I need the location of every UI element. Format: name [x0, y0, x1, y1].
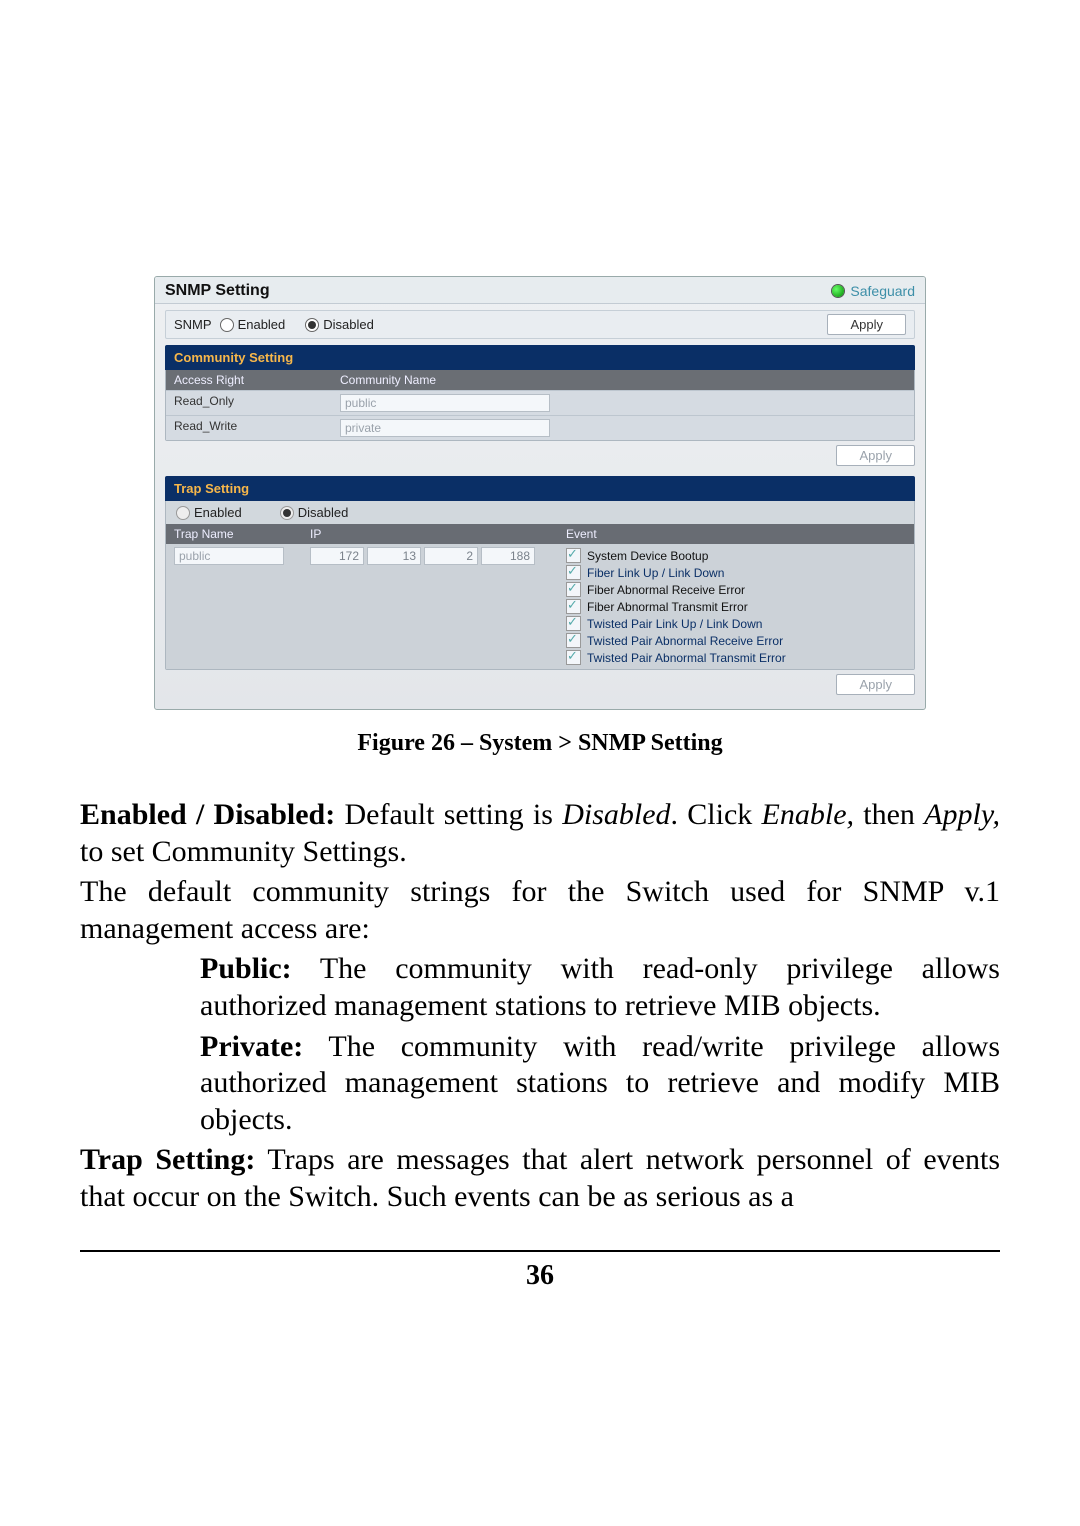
snmp-enable-row: SNMP Enabled Disabled Apply	[165, 310, 915, 339]
body-text: Enabled / Disabled: Default setting is D…	[80, 797, 1000, 1216]
ip-octet-input[interactable]	[367, 547, 421, 565]
event-label: Fiber Abnormal Transmit Error	[587, 600, 748, 614]
paragraph-private: Private: The community with read/write p…	[80, 1029, 1000, 1139]
community-apply-button[interactable]: Apply	[836, 445, 915, 466]
snmp-settings-screenshot: SNMP Setting Safeguard SNMP Enabled Disa…	[154, 276, 926, 710]
italic-run: Disabled	[562, 798, 670, 831]
snmp-apply-button[interactable]: Apply	[827, 314, 906, 335]
italic-run: Apply,	[924, 798, 1000, 831]
trap-events: System Device Bootup Fiber Link Up / Lin…	[558, 544, 914, 669]
paragraph-public: Public: The community with read-only pri…	[80, 951, 1000, 1024]
checkbox-icon	[566, 616, 581, 631]
community-row: Read_Write	[166, 415, 914, 440]
event-label: Fiber Abnormal Receive Error	[587, 583, 745, 597]
checkbox-icon	[566, 599, 581, 614]
label-private: Private:	[200, 1030, 303, 1063]
snmp-disabled-option[interactable]: Disabled	[305, 317, 374, 332]
checkbox-icon	[566, 582, 581, 597]
community-apply-row: Apply	[155, 441, 925, 472]
event-label: Twisted Pair Link Up / Link Down	[587, 617, 762, 631]
snmp-label: SNMP	[174, 317, 212, 332]
event-label: Twisted Pair Abnormal Receive Error	[587, 634, 783, 648]
text-run: . Click	[671, 798, 762, 831]
text-run: to set Community Settings.	[80, 835, 407, 868]
community-section-header: Community Setting	[165, 345, 915, 370]
event-label: System Device Bootup	[587, 549, 708, 563]
safeguard-label: Safeguard	[850, 283, 915, 299]
window-titlebar: SNMP Setting Safeguard	[155, 277, 925, 304]
col-trap-name: Trap Name	[166, 524, 302, 544]
community-right-label: Read_Write	[166, 416, 332, 440]
text-run: Default setting is	[335, 798, 562, 831]
checkbox-icon	[566, 565, 581, 580]
text-run: The community with read/write privilege …	[200, 1030, 1000, 1136]
col-access-right: Access Right	[166, 370, 332, 390]
trap-event-item[interactable]: Twisted Pair Link Up / Link Down	[566, 615, 906, 632]
trap-event-item[interactable]: System Device Bootup	[566, 547, 906, 564]
trap-event-item[interactable]: Fiber Abnormal Receive Error	[566, 581, 906, 598]
text-run: The community with read-only privilege a…	[200, 952, 1000, 1022]
radio-selected-icon	[280, 506, 294, 520]
label-trap-setting: Trap Setting:	[80, 1143, 255, 1176]
trap-panel: Enabled Disabled Trap Name IP Event	[165, 501, 915, 670]
checkbox-icon	[566, 650, 581, 665]
ip-octet-input[interactable]	[310, 547, 364, 565]
col-trap-ip: IP	[302, 524, 558, 544]
snmp-enabled-option[interactable]: Enabled	[220, 317, 286, 332]
label-enabled-disabled: Enabled / Disabled:	[80, 798, 335, 831]
trap-enabled-option[interactable]: Enabled	[176, 505, 242, 520]
trap-disabled-label: Disabled	[298, 505, 349, 520]
paragraph: Enabled / Disabled: Default setting is D…	[80, 797, 1000, 870]
trap-enabled-label: Enabled	[194, 505, 242, 520]
col-community-name: Community Name	[332, 370, 914, 390]
snmp-enabled-label: Enabled	[238, 317, 286, 332]
trap-event-item[interactable]: Fiber Link Up / Link Down	[566, 564, 906, 581]
community-name-input[interactable]	[340, 394, 550, 412]
trap-name-input[interactable]	[174, 547, 284, 565]
radio-icon	[176, 506, 190, 520]
trap-apply-button[interactable]: Apply	[836, 674, 915, 695]
ip-octet-input[interactable]	[424, 547, 478, 565]
community-name-input[interactable]	[340, 419, 550, 437]
trap-ip-group	[310, 547, 550, 565]
trap-event-item[interactable]: Twisted Pair Abnormal Transmit Error	[566, 649, 906, 666]
checkbox-icon	[566, 633, 581, 648]
trap-section-header: Trap Setting	[165, 476, 915, 501]
page-number: 36	[80, 1260, 1000, 1292]
paragraph: The default community strings for the Sw…	[80, 874, 1000, 947]
paragraph-trap: Trap Setting: Traps are messages that al…	[80, 1142, 1000, 1215]
checkbox-icon	[566, 548, 581, 563]
document-page: SNMP Setting Safeguard SNMP Enabled Disa…	[0, 0, 1080, 1342]
trap-enable-row: Enabled Disabled	[166, 501, 914, 524]
trap-event-item[interactable]: Twisted Pair Abnormal Receive Error	[566, 632, 906, 649]
label-public: Public:	[200, 952, 292, 985]
radio-selected-icon	[305, 318, 319, 332]
trap-table-header: Trap Name IP Event	[166, 524, 914, 544]
snmp-disabled-label: Disabled	[323, 317, 374, 332]
community-panel: Access Right Community Name Read_Only Re…	[165, 370, 915, 441]
trap-row: System Device Bootup Fiber Link Up / Lin…	[166, 544, 914, 669]
italic-run: Enable,	[762, 798, 854, 831]
event-label: Twisted Pair Abnormal Transmit Error	[587, 651, 786, 665]
safeguard-led-icon	[832, 285, 844, 297]
event-label: Fiber Link Up / Link Down	[587, 566, 724, 580]
community-row: Read_Only	[166, 390, 914, 415]
col-trap-event: Event	[558, 524, 914, 544]
ip-octet-input[interactable]	[481, 547, 535, 565]
text-run: then	[854, 798, 924, 831]
community-right-label: Read_Only	[166, 391, 332, 415]
window-title: SNMP Setting	[165, 282, 270, 300]
trap-disabled-option[interactable]: Disabled	[280, 505, 349, 520]
radio-icon	[220, 318, 234, 332]
community-table-header: Access Right Community Name	[166, 370, 914, 390]
figure-caption: Figure 26 – System > SNMP Setting	[80, 730, 1000, 757]
trap-event-item[interactable]: Fiber Abnormal Transmit Error	[566, 598, 906, 615]
footer-rule	[80, 1250, 1000, 1252]
safeguard-indicator: Safeguard	[832, 283, 915, 299]
trap-apply-row: Apply	[155, 670, 925, 701]
spacer	[155, 701, 925, 709]
